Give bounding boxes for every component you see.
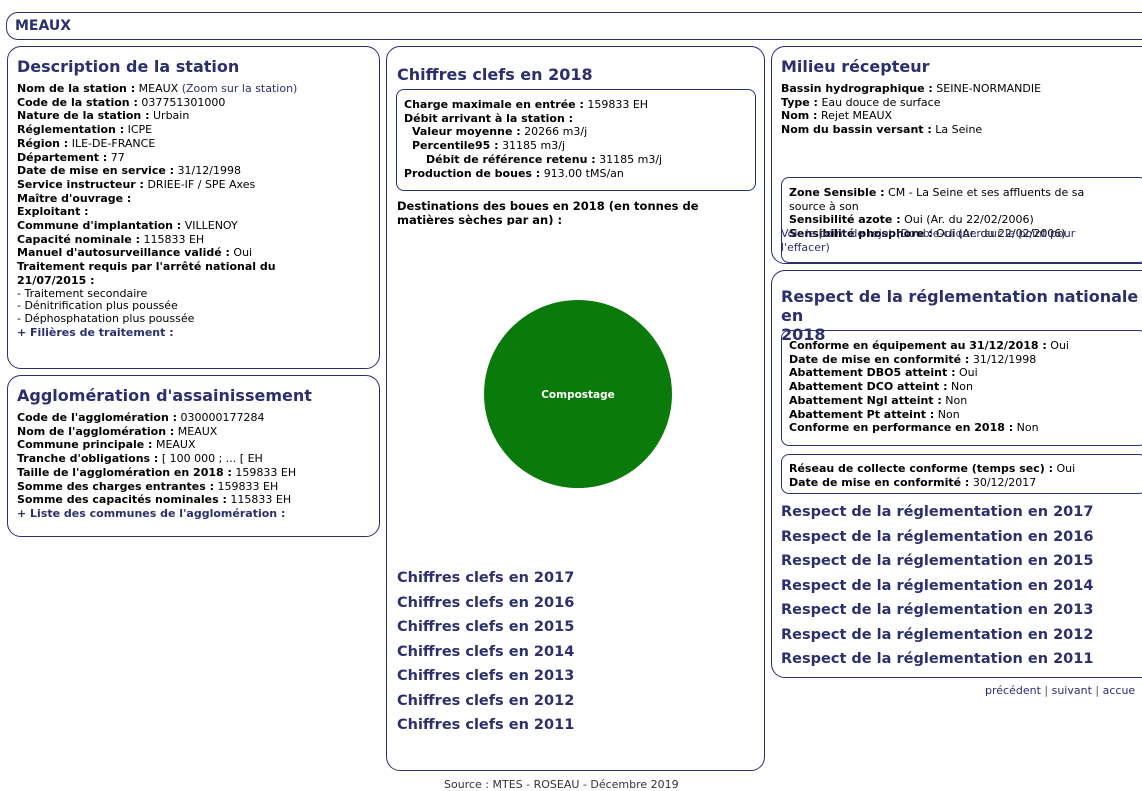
key-figures-title: Chiffres clefs en 2018 bbox=[397, 65, 593, 84]
station-info-row: Région : ILE-DE-FRANCE bbox=[17, 136, 156, 150]
station-info-row: Nom de la station : MEAUX (Zoom sur la s… bbox=[17, 82, 298, 95]
next-link[interactable]: suivant bbox=[1052, 684, 1092, 697]
milieu-title: Milieu récepteur bbox=[781, 57, 930, 76]
agglo-info-row: Tranche d'obligations : [ 100 000 ; ... … bbox=[17, 452, 263, 466]
compliance-row: Abattement DCO atteint : Non bbox=[789, 380, 973, 394]
key-figures-link-2012[interactable]: Chiffres clefs en 2012 bbox=[397, 689, 574, 714]
compliance-row: Conforme en équipement au 31/12/2018 : O… bbox=[789, 339, 1069, 352]
reglementation-box: Conforme en équipement au 31/12/2018 : O… bbox=[781, 330, 1142, 446]
station-info-row: Maître d'ouvrage : bbox=[17, 191, 132, 205]
station-rows: Nom de la station : MEAUX (Zoom sur la s… bbox=[17, 82, 297, 260]
treatment-title: Traitement requis par l'arrêté national … bbox=[17, 260, 276, 287]
reglementation-year-links: Respect de la réglementation en 2017 Resp… bbox=[781, 500, 1093, 672]
reference-value: 31185 m3/j bbox=[599, 152, 663, 166]
station-info-row: Exploitant : bbox=[17, 205, 89, 219]
reglementation-link-2015[interactable]: Respect de la réglementation en 2015 bbox=[781, 549, 1093, 574]
key-figures-link-2011[interactable]: Chiffres clefs en 2011 bbox=[397, 713, 574, 738]
station-info-row: Nature de la station : Urbain bbox=[17, 109, 190, 123]
milieu-info-row: Type : Eau douce de surface bbox=[781, 95, 941, 109]
compliance-row: Date de mise en conformité : 31/12/1998 bbox=[789, 352, 1037, 366]
compliance-row: Abattement Pt atteint : Non bbox=[789, 407, 960, 421]
compliance-row: Conforme en performance en 2018 : Non bbox=[789, 421, 1039, 435]
reglementation-link-2013[interactable]: Respect de la réglementation en 2013 bbox=[781, 598, 1093, 623]
filieres-link[interactable]: + Filières de traitement : bbox=[17, 326, 297, 340]
key-figures-box: Charge maximale en entrée : 159833 EH Dé… bbox=[396, 89, 756, 191]
milieu-info-row: Nom du bassin versant : La Seine bbox=[781, 123, 983, 137]
station-info-row: Capacité nominale : 115833 EH bbox=[17, 232, 205, 246]
key-figures-panel: Chiffres clefs en 2018 Charge maximale e… bbox=[386, 46, 765, 771]
reglementation-link-2011[interactable]: Respect de la réglementation en 2011 bbox=[781, 647, 1093, 672]
key-figures-link-2016[interactable]: Chiffres clefs en 2016 bbox=[397, 591, 574, 616]
agglo-title: Agglomération d'assainissement bbox=[17, 386, 312, 405]
agglo-rows: Code de l'agglomération : 030000177284 No… bbox=[17, 411, 312, 507]
key-figures-year-links: Chiffres clefs en 2017 Chiffres clefs en … bbox=[397, 566, 574, 738]
header-bar: MEAUX bbox=[6, 12, 1142, 40]
station-title: Description de la station bbox=[17, 57, 240, 76]
prev-link[interactable]: précédent bbox=[985, 684, 1041, 697]
agglo-info-row: Commune principale : MEAUX bbox=[17, 438, 196, 452]
destinations-label: Destinations des boues en 2018 (en tonne… bbox=[397, 199, 699, 225]
key-figures-link-2014[interactable]: Chiffres clefs en 2014 bbox=[397, 640, 574, 665]
station-info-row: Service instructeur : DRIEE-IF / SPE Axe… bbox=[17, 177, 256, 191]
station-info-row: Manuel d'autosurveillance validé : Oui bbox=[17, 246, 253, 260]
rejet-point-link[interactable]: Voir le point de rejet (Double-cliquer s… bbox=[781, 227, 1075, 254]
home-link[interactable]: accue bbox=[1103, 684, 1136, 697]
compliance-row: Abattement Ngl atteint : Non bbox=[789, 393, 968, 407]
communes-link[interactable]: + Liste des communes de l'agglomération … bbox=[17, 507, 312, 521]
agglo-info-row: Taille de l'agglomération en 2018 : 1598… bbox=[17, 465, 297, 479]
reglementation-panel: Respect de la réglementation nationale e… bbox=[771, 270, 1142, 678]
compliance-row: Abattement DBO5 atteint : Oui bbox=[789, 366, 978, 380]
pie-label-compostage: Compostage bbox=[541, 389, 615, 401]
reglementation-link-2017[interactable]: Respect de la réglementation en 2017 bbox=[781, 500, 1093, 525]
key-figures-link-2015[interactable]: Chiffres clefs en 2015 bbox=[397, 615, 574, 640]
boues-value: 913.00 tMS/an bbox=[543, 166, 624, 180]
agglo-info-row: Nom de l'agglomération : MEAUX bbox=[17, 424, 218, 438]
page-title: MEAUX bbox=[15, 18, 72, 34]
milieu-info-row: Nom : Rejet MEAUX bbox=[781, 109, 893, 123]
milieu-info-row: Bassin hydrographique : SEINE-NORMANDIE bbox=[781, 82, 1042, 95]
sludge-pie-chart: Compostage bbox=[484, 300, 672, 488]
agglo-info-row: Somme des capacités nominales : 115833 E… bbox=[17, 493, 292, 507]
agglo-panel: Agglomération d'assainissement Code de l… bbox=[7, 375, 380, 537]
key-figures-link-2013[interactable]: Chiffres clefs en 2013 bbox=[397, 664, 574, 689]
reglementation-link-2014[interactable]: Respect de la réglementation en 2014 bbox=[781, 574, 1093, 599]
pagination: précédent | suivant | accue bbox=[985, 684, 1136, 697]
treatment-list: - Traitement secondaire - Dénitrification… bbox=[17, 287, 297, 326]
reseau-box: Réseau de collecte conforme (temps sec) … bbox=[781, 454, 1142, 494]
station-info-row: Date de mise en service : 31/12/1998 bbox=[17, 164, 241, 178]
charge-value: 159833 EH bbox=[587, 98, 649, 111]
agglo-info-row: Somme des charges entrantes : 159833 EH bbox=[17, 479, 279, 493]
reglementation-link-2016[interactable]: Respect de la réglementation en 2016 bbox=[781, 525, 1093, 550]
percentile-value: 31185 m3/j bbox=[502, 139, 566, 153]
station-info-row: Code de la station : 037751301000 bbox=[17, 95, 226, 109]
milieu-rows: Bassin hydrographique : SEINE-NORMANDIE T… bbox=[781, 82, 1041, 137]
key-figures-link-2017[interactable]: Chiffres clefs en 2017 bbox=[397, 566, 574, 591]
moyenne-value: 20266 m3/j bbox=[524, 125, 588, 139]
station-info-row: Réglementation : ICPE bbox=[17, 123, 153, 137]
agglo-info-row: Code de l'agglomération : 030000177284 bbox=[17, 411, 265, 424]
treatment-item: - Déphosphatation plus poussée bbox=[17, 311, 195, 325]
reglementation-link-2012[interactable]: Respect de la réglementation en 2012 bbox=[781, 623, 1093, 648]
station-panel: Description de la station Nom de la stat… bbox=[7, 46, 380, 369]
zoom-station-link[interactable]: (Zoom sur la station) bbox=[182, 82, 298, 95]
source-footer: Source : MTES - ROSEAU - Décembre 2019 bbox=[444, 778, 679, 791]
station-info-row: Commune d'implantation : VILLENOY bbox=[17, 219, 238, 233]
station-info-row: Département : 77 bbox=[17, 150, 125, 164]
milieu-panel: Milieu récepteur Bassin hydrographique :… bbox=[771, 46, 1142, 264]
